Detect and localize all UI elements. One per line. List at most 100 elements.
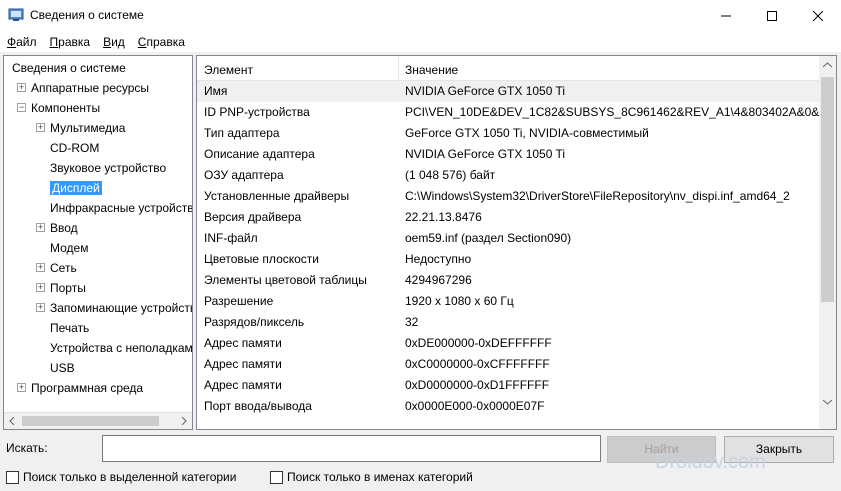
list-row[interactable]: Адрес памяти 0xD0000000-0xD1FFFFFF bbox=[197, 375, 819, 396]
tree-item[interactable]: Устройства с неполадками bbox=[50, 338, 192, 358]
list-row[interactable]: Имя NVIDIA GeForce GTX 1050 Ti bbox=[197, 81, 819, 102]
tree-scroll-thumb[interactable] bbox=[22, 416, 159, 426]
list-row[interactable]: Цветовые плоскости Недоступно bbox=[197, 249, 819, 270]
list-row[interactable]: ОЗУ адаптера (1 048 576) байт bbox=[197, 165, 819, 186]
tree-item-label: Программная среда bbox=[31, 381, 144, 395]
expand-icon[interactable]: + bbox=[36, 263, 45, 272]
tree-item-label: Мультимедиа bbox=[50, 121, 126, 135]
element-cell: Версия драйвера bbox=[204, 210, 302, 224]
checkbox-category-names[interactable] bbox=[270, 470, 283, 484]
tree-item[interactable]: Печать bbox=[50, 318, 89, 338]
element-cell: Порт ввода/вывода bbox=[204, 399, 312, 413]
element-cell: Адрес памяти bbox=[204, 357, 282, 371]
search-input[interactable] bbox=[102, 435, 601, 462]
option-category-names[interactable]: Поиск только в именах категорий bbox=[270, 470, 473, 484]
list-scroll-thumb[interactable] bbox=[821, 77, 834, 302]
value-cell: 0xDE000000-0xDEFFFFFF bbox=[405, 336, 552, 350]
list-vertical-scrollbar[interactable] bbox=[819, 56, 836, 429]
tree-item[interactable]: + Мультимедиа bbox=[36, 118, 126, 138]
scroll-left-icon[interactable] bbox=[8, 417, 16, 425]
option-selected-category[interactable]: Поиск только в выделенной категории bbox=[6, 470, 236, 484]
category-tree[interactable]: Сведения о системе + Аппаратные ресурсы − Ко… bbox=[3, 55, 193, 430]
column-element-header[interactable]: Элемент bbox=[197, 56, 253, 81]
element-cell: Цветовые плоскости bbox=[204, 252, 320, 266]
value-cell: Недоступно bbox=[405, 252, 472, 266]
element-cell: Адрес памяти bbox=[204, 336, 282, 350]
expand-icon[interactable]: + bbox=[36, 283, 45, 292]
expand-icon[interactable]: + bbox=[36, 223, 45, 232]
value-cell: 0xD0000000-0xD1FFFFFF bbox=[405, 378, 550, 392]
list-row[interactable]: Адрес памяти 0xDE000000-0xDEFFFFFF bbox=[197, 333, 819, 354]
list-row[interactable]: ID PNP-устройства PCI\VEN_10DE&DEV_1C82&S… bbox=[197, 102, 819, 123]
tree-item[interactable]: + Ввод bbox=[36, 218, 78, 238]
value-cell: 22.21.13.8476 bbox=[405, 210, 482, 224]
column-value-header[interactable]: Значение bbox=[398, 56, 458, 81]
tree-item[interactable]: Звуковое устройство bbox=[50, 158, 166, 178]
expand-icon[interactable]: + bbox=[36, 303, 45, 312]
tree-horizontal-scrollbar[interactable] bbox=[4, 412, 192, 429]
maximize-button[interactable] bbox=[749, 0, 795, 31]
value-cell: 4294967296 bbox=[405, 273, 472, 287]
search-label: Искать: bbox=[6, 441, 48, 455]
tree-item[interactable]: CD-ROM bbox=[50, 138, 99, 158]
title-bar: Сведения о системе bbox=[0, 0, 841, 31]
menu-edit[interactable]: Правка bbox=[43, 35, 97, 49]
list-row[interactable]: Разрешение 1920 x 1080 x 60 Гц bbox=[197, 291, 819, 312]
list-row[interactable]: Установленные драйверы C:\Windows\System3… bbox=[197, 186, 819, 207]
value-cell: NVIDIA GeForce GTX 1050 Ti bbox=[405, 147, 566, 161]
list-row[interactable]: Порт ввода/вывода 0x0000E000-0x0000E07F bbox=[197, 396, 819, 417]
tree-item-label: Запоминающие устройства bbox=[50, 301, 193, 315]
tree-item[interactable]: + Сеть bbox=[36, 258, 77, 278]
tree-item[interactable]: Дисплей bbox=[50, 178, 102, 198]
system-info-app-icon bbox=[8, 8, 24, 21]
value-cell: oem59.inf (раздел Section090) bbox=[405, 231, 572, 245]
expand-icon[interactable]: + bbox=[36, 123, 45, 132]
tree-item-label: Аппаратные ресурсы bbox=[31, 81, 150, 95]
scroll-up-icon[interactable] bbox=[823, 62, 832, 68]
tree-item[interactable]: Модем bbox=[50, 238, 88, 258]
close-window-button[interactable] bbox=[795, 0, 841, 31]
tree-item[interactable]: Сведения о системе bbox=[12, 58, 126, 78]
menu-file[interactable]: Файл bbox=[0, 35, 43, 49]
tree-item-label: USB bbox=[50, 361, 75, 375]
menu-bar: Файл Правка Вид Справка bbox=[0, 31, 841, 52]
value-cell: PCI\VEN_10DE&DEV_1C82&SUBSYS_8C961462&RE… bbox=[405, 105, 819, 119]
tree-item[interactable]: Инфракрасные устройства bbox=[50, 198, 193, 218]
tree-item-label: Сведения о системе bbox=[12, 61, 126, 75]
tree-item-label: Инфракрасные устройства bbox=[50, 201, 193, 215]
tree-item[interactable]: + Аппаратные ресурсы bbox=[17, 78, 150, 98]
window-title: Сведения о системе bbox=[30, 8, 144, 22]
expand-icon[interactable]: + bbox=[17, 383, 26, 392]
menu-view[interactable]: Вид bbox=[96, 35, 131, 49]
minimize-button[interactable] bbox=[703, 0, 749, 31]
element-cell: Установленные драйверы bbox=[204, 189, 350, 203]
option-category-names-label: Поиск только в именах категорий bbox=[287, 470, 473, 484]
tree-item-label: Дисплей bbox=[50, 181, 102, 195]
tree-item-label: Сеть bbox=[50, 261, 77, 275]
menu-help[interactable]: Справка bbox=[131, 35, 191, 49]
list-row[interactable]: Элементы цветовой таблицы 4294967296 bbox=[197, 270, 819, 291]
details-list[interactable]: Элемент Значение Имя NVIDIA GeForce GTX 1… bbox=[196, 55, 837, 430]
value-cell: 32 bbox=[405, 315, 419, 329]
checkbox-selected-category[interactable] bbox=[6, 470, 19, 484]
list-row[interactable]: INF-файл oem59.inf (раздел Section090) bbox=[197, 228, 819, 249]
list-row[interactable]: Адрес памяти 0xC0000000-0xCFFFFFFF bbox=[197, 354, 819, 375]
minimize-icon bbox=[721, 15, 731, 16]
list-row[interactable]: Описание адаптера NVIDIA GeForce GTX 1050… bbox=[197, 144, 819, 165]
collapse-icon[interactable]: − bbox=[17, 103, 26, 112]
tree-item[interactable]: − Компоненты bbox=[17, 98, 100, 118]
tree-item[interactable]: + Порты bbox=[36, 278, 86, 298]
tree-item[interactable]: USB bbox=[50, 358, 75, 378]
value-cell: (1 048 576) байт bbox=[405, 168, 496, 182]
scroll-down-icon[interactable] bbox=[823, 399, 832, 405]
expand-icon[interactable]: + bbox=[17, 83, 26, 92]
value-cell: 0xC0000000-0xCFFFFFFF bbox=[405, 357, 550, 371]
value-cell: NVIDIA GeForce GTX 1050 Ti bbox=[405, 84, 566, 98]
list-row[interactable]: Версия драйвера 22.21.13.8476 bbox=[197, 207, 819, 228]
tree-item-label: CD-ROM bbox=[50, 141, 100, 155]
list-row[interactable]: Тип адаптера GeForce GTX 1050 Ti, NVIDIA-… bbox=[197, 123, 819, 144]
list-row[interactable]: Разрядов/пиксель 32 bbox=[197, 312, 819, 333]
tree-item[interactable]: + Запоминающие устройства bbox=[36, 298, 193, 318]
tree-item[interactable]: + Программная среда bbox=[17, 378, 144, 398]
scroll-right-icon[interactable] bbox=[180, 417, 188, 425]
